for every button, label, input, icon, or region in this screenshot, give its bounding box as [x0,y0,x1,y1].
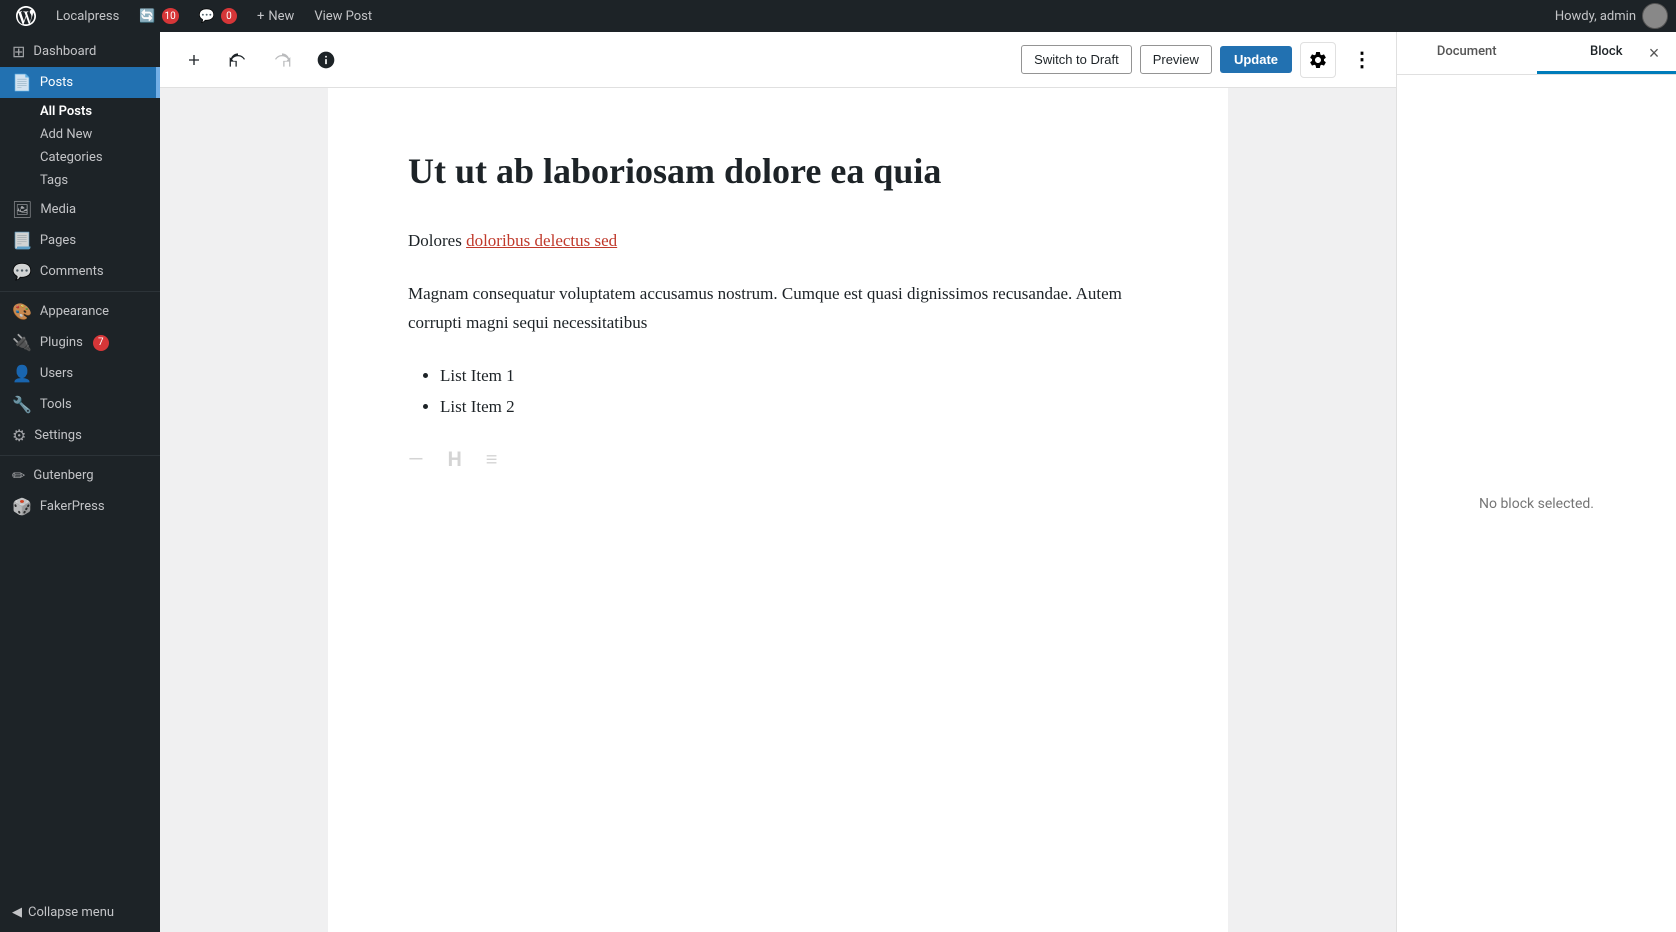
admin-bar-comments[interactable]: 💬 0 [191,0,245,32]
media-icon: 🖼 [12,200,32,219]
list-item-2[interactable]: List Item 2 [440,392,1148,423]
sidebar-item-label: Appearance [40,304,109,319]
editor-content-wrap[interactable]: Ut ut ab laboriosam dolore ea quia Dolor… [160,88,1396,932]
fakerpress-icon: 🎲 [12,497,32,516]
inserter-separator-icon[interactable]: — [408,447,424,471]
sidebar-section-main: ⊞ Dashboard 📄 Posts All Posts Add New Ca… [0,32,160,526]
post-title[interactable]: Ut ut ab laboriosam dolore ea quia [408,148,1148,195]
admin-bar: Localpress 🔄 10 💬 0 + New View Post Howd… [0,0,1676,32]
wordpress-logo[interactable] [8,0,44,32]
sidebar-item-label: Settings [34,428,81,443]
settings-gear-button[interactable] [1300,42,1336,78]
gutenberg-icon: ✏ [12,466,25,485]
sidebar-item-settings[interactable]: ⚙ Settings [0,420,160,451]
sidebar-item-gutenberg[interactable]: ✏ Gutenberg [0,460,160,491]
admin-bar-site-name[interactable]: Localpress [48,0,127,32]
tab-document[interactable]: Document [1397,32,1537,74]
plugins-badge: 7 [93,335,109,351]
editor-toolbar: Switch to Draft Preview Update ⋮ [160,32,1396,88]
comments-badge: 0 [221,8,237,24]
sidebar-item-plugins[interactable]: 🔌 Plugins 7 [0,327,160,358]
howdy-text: Howdy, admin [1555,3,1668,29]
dashboard-icon: ⊞ [12,42,25,61]
settings-icon: ⚙ [12,426,26,445]
users-icon: 👤 [12,364,32,383]
update-button[interactable]: Update [1220,46,1292,73]
sidebar-subitem-all-posts[interactable]: All Posts [28,100,160,123]
collapse-menu[interactable]: ◀ Collapse menu [0,893,160,932]
plugins-icon: 🔌 [12,333,32,352]
panel-tabs: Document Block × [1397,32,1676,75]
sidebar: ⊞ Dashboard 📄 Posts All Posts Add New Ca… [0,32,160,932]
add-block-button[interactable] [176,42,212,78]
appearance-icon: 🎨 [12,302,32,321]
no-block-selected-text: No block selected. [1479,496,1594,512]
preview-button[interactable]: Preview [1140,45,1212,74]
sidebar-item-users[interactable]: 👤 Users [0,358,160,389]
list-item-1[interactable]: List Item 1 [440,361,1148,392]
switch-to-draft-button[interactable]: Switch to Draft [1021,45,1132,74]
sidebar-subitem-categories[interactable]: Categories [28,146,160,169]
sidebar-item-comments[interactable]: 💬 Comments [0,256,160,287]
posts-submenu: All Posts Add New Categories Tags [0,98,160,194]
sidebar-item-label: Plugins [40,335,83,350]
admin-bar-right: Howdy, admin [1555,3,1668,29]
sidebar-item-label: Users [40,366,73,381]
sidebar-subitem-tags[interactable]: Tags [28,169,160,192]
post-link-1[interactable]: doloribus delectus sed [466,231,617,250]
sidebar-item-media[interactable]: 🖼 Media [0,194,160,225]
sidebar-item-label: Posts [40,75,73,90]
admin-bar-new[interactable]: + New [249,0,302,32]
updates-badge: 10 [162,8,179,24]
right-panel: Document Block × No block selected. [1396,32,1676,932]
sidebar-item-appearance[interactable]: 🎨 Appearance [0,296,160,327]
collapse-arrow-icon: ◀ [12,905,22,920]
editor-content: Ut ut ab laboriosam dolore ea quia Dolor… [328,88,1228,932]
admin-bar-updates[interactable]: 🔄 10 [131,0,186,32]
editor-area: Switch to Draft Preview Update ⋮ Ut ut a… [160,32,1396,932]
sidebar-divider-1 [0,291,160,292]
panel-content: No block selected. [1397,75,1676,932]
sidebar-item-label: Tools [40,397,72,412]
panel-close-button[interactable]: × [1640,39,1668,67]
sidebar-subitem-add-new[interactable]: Add New [28,123,160,146]
toolbar-right: Switch to Draft Preview Update ⋮ [1021,42,1380,78]
post-paragraph-2[interactable]: Magnam consequatur voluptatem accusamus … [408,280,1148,338]
avatar [1642,3,1668,29]
inserter-heading-icon[interactable]: H [448,447,462,471]
sidebar-item-pages[interactable]: 📃 Pages [0,225,160,256]
sidebar-item-label: Media [40,202,76,217]
sidebar-item-label: Comments [40,264,104,279]
tools-icon: 🔧 [12,395,32,414]
main-layout: ⊞ Dashboard 📄 Posts All Posts Add New Ca… [0,32,1676,932]
inserter-list-icon[interactable]: ≡ [486,447,498,472]
sidebar-item-tools[interactable]: 🔧 Tools [0,389,160,420]
sidebar-item-label: Gutenberg [33,468,93,483]
sidebar-item-fakerpress[interactable]: 🎲 FakerPress [0,491,160,522]
posts-icon: 📄 [12,73,32,92]
redo-button[interactable] [264,42,300,78]
post-list[interactable]: List Item 1 List Item 2 [408,361,1148,422]
comments-icon: 💬 [12,262,32,281]
sidebar-item-dashboard[interactable]: ⊞ Dashboard [0,36,160,67]
pages-icon: 📃 [12,231,32,250]
undo-button[interactable] [220,42,256,78]
editor-inserter-row: — H ≡ [408,447,1148,472]
admin-bar-view-post[interactable]: View Post [306,0,380,32]
post-paragraph-1[interactable]: Dolores doloribus delectus sed [408,227,1148,256]
sidebar-divider-2 [0,455,160,456]
sidebar-item-posts[interactable]: 📄 Posts [0,67,160,98]
sidebar-item-label: Pages [40,233,76,248]
more-options-button[interactable]: ⋮ [1344,42,1380,78]
sidebar-item-label: FakerPress [40,499,105,514]
sidebar-item-label: Dashboard [33,44,96,59]
info-button[interactable] [308,42,344,78]
